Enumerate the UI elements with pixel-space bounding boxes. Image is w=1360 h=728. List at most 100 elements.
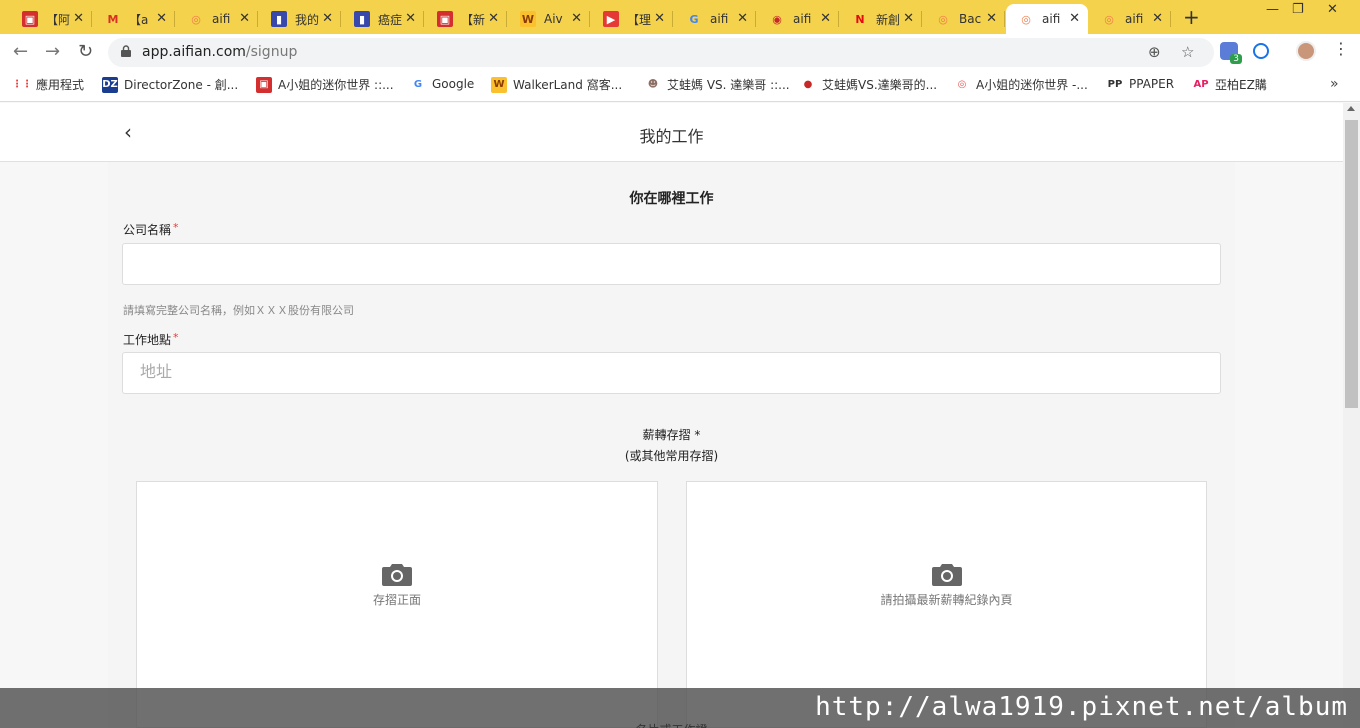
browser-tab[interactable]: N 新創 ✕ [840, 4, 922, 34]
scrollbar-thumb[interactable] [1345, 120, 1358, 408]
browser-tab[interactable]: ▮ 癌症 ✕ [342, 4, 424, 34]
bookmark-extension-icon[interactable] [1253, 43, 1269, 59]
lock-icon [121, 45, 131, 57]
browser-tab[interactable]: Gaifi ✕ [674, 4, 756, 34]
tab-title: aifi [710, 12, 729, 26]
browser-tab[interactable]: W Aiv ✕ [508, 4, 590, 34]
tab-title: 新創 [876, 12, 901, 27]
extension-icon[interactable]: 3 [1220, 42, 1242, 64]
tab-favicon-icon: ▮ [271, 11, 287, 27]
bookmark-favicon-icon: AP [1193, 79, 1209, 90]
tab-close-icon[interactable]: ✕ [654, 11, 665, 26]
browser-tab[interactable]: ◎ aifi ✕ [176, 4, 258, 34]
tab-close-icon[interactable]: ✕ [986, 11, 997, 26]
tab-title: 【新 [461, 12, 486, 27]
back-arrow-icon[interactable]: ← [13, 41, 28, 62]
bookmark-label: 艾蛙媽VS.達樂哥的... [822, 78, 938, 92]
tab-favicon-icon: ▮ [354, 11, 370, 27]
bookmark-item[interactable]: DZ DirectorZone - 創... [102, 76, 238, 93]
bookmark-item[interactable]: ☻ 艾蛙媽 VS. 達樂哥 ::... [645, 76, 790, 93]
app-header: ‹ 我的工作 [0, 103, 1343, 162]
browser-menu-icon[interactable]: ⋮ [1333, 39, 1349, 58]
tab-title: aifi [1042, 12, 1061, 26]
tab-close-icon[interactable]: ✕ [1069, 11, 1080, 26]
tab-favicon-icon: G [689, 12, 699, 26]
bookmark-label: PPAPER [1129, 77, 1175, 91]
tab-title: 【理 [627, 12, 652, 27]
restore-icon[interactable]: ❐ [1292, 2, 1304, 17]
tab-close-icon[interactable]: ✕ [1152, 11, 1163, 26]
business-card-label: 名片或工作證 [0, 721, 1343, 728]
bookmark-label: 艾蛙媽 VS. 達樂哥 ::... [667, 78, 790, 92]
page-title: 我的工作 [639, 127, 704, 146]
bookmarks-bar: ⋮⋮ 應用程式 DZ DirectorZone - 創... ▣ A小姐的迷你世界 ::.… [0, 70, 1360, 102]
page-scrollbar[interactable] [1343, 103, 1360, 728]
browser-tab[interactable]: ◎ Bac ✕ [923, 4, 1005, 34]
tab-close-icon[interactable]: ✕ [239, 11, 250, 26]
minimize-icon[interactable]: — [1266, 2, 1279, 17]
browser-tab[interactable]: ▮ 我的 ✕ [259, 4, 341, 34]
bookmark-item[interactable]: ▣ A小姐的迷你世界 ::... [256, 76, 394, 93]
bookmark-star-icon[interactable]: ☆ [1181, 43, 1194, 61]
bookmark-label: DirectorZone - 創... [124, 78, 239, 92]
upload-front-text: 存摺正面 [372, 593, 421, 607]
bookmark-item[interactable]: ● 艾蛙媽VS.達樂哥的... [800, 76, 937, 93]
bookmark-label: 應用程式 [36, 78, 85, 92]
tab-close-icon[interactable]: ✕ [903, 11, 914, 26]
bookmark-label: WalkerLand 窩客... [513, 78, 623, 92]
bookmark-item[interactable]: G Google [410, 76, 474, 92]
tab-close-icon[interactable]: ✕ [73, 11, 84, 26]
browser-tab[interactable]: M 【a ✕ [93, 4, 175, 34]
tab-close-icon[interactable]: ✕ [737, 11, 748, 26]
tab-title: Aiv [544, 12, 563, 26]
camera-icon [931, 564, 962, 586]
bookmark-item[interactable]: W WalkerLand 窩客... [491, 76, 622, 93]
bookmark-favicon-icon: ☻ [647, 79, 659, 90]
bookmark-favicon-icon: DZ [102, 76, 118, 93]
profile-avatar[interactable] [1296, 41, 1316, 61]
bookmark-favicon-icon: G [413, 78, 423, 90]
tab-close-icon[interactable]: ✕ [156, 11, 167, 26]
section-title: 你在哪裡工作 [629, 191, 714, 207]
tab-title: aifi [1125, 12, 1144, 26]
browser-tab[interactable]: ▣ 【新 ✕ [425, 4, 507, 34]
bookmark-item[interactable]: ⋮⋮ 應用程式 [12, 76, 85, 93]
bookmark-item[interactable]: PP PPAPER [1107, 76, 1174, 92]
upload-inner-text: 請拍攝最新薪轉紀錄內頁 [880, 593, 1013, 607]
reload-icon[interactable]: ↻ [78, 41, 93, 62]
browser-tab[interactable]: ◎ aifi ✕ [1006, 4, 1088, 34]
tab-title: aifi [793, 12, 812, 26]
forward-arrow-icon[interactable]: → [45, 41, 60, 62]
tab-close-icon[interactable]: ✕ [405, 11, 416, 26]
tab-title: aifi [212, 12, 231, 26]
watermark-text: http://alwa1919.pixnet.net/album [815, 692, 1348, 722]
tab-close-icon[interactable]: ✕ [571, 11, 582, 26]
new-tab-button[interactable]: + [1183, 5, 1200, 29]
browser-toolbar: ← → ↻ app.aifian.com/signup ⊕ ☆ 3 ⋮ [0, 34, 1360, 70]
more-bookmarks-icon[interactable]: » [1330, 76, 1339, 92]
bookmark-favicon-icon: ▣ [256, 76, 272, 93]
install-app-icon[interactable]: ⊕ [1148, 43, 1161, 61]
tab-close-icon[interactable]: ✕ [488, 11, 499, 26]
browser-tab[interactable]: ◉ aifi ✕ [757, 4, 839, 34]
bookmark-label: Google [432, 77, 475, 91]
close-window-icon[interactable]: ✕ [1327, 2, 1338, 17]
tab-close-icon[interactable]: ✕ [322, 11, 333, 26]
bookmark-item[interactable]: ◎ A小姐的迷你世界 -... [954, 76, 1088, 93]
tab-close-icon[interactable]: ✕ [820, 11, 831, 26]
salary-sublabel: (或其他常用存摺) [624, 449, 719, 463]
tab-favicon-icon: ◎ [1021, 12, 1031, 26]
tab-favicon-icon: N [855, 12, 865, 26]
work-location-input[interactable] [122, 352, 1221, 394]
tab-strip: ▣ 【阿 ✕ M 【a ✕ ◎ aifi ✕ ▮ 我的 ✕ ▮ 癌症 ✕ ▣ 【新 ✕ W Aiv ✕ ▶ 【理 ✕ Gaifi… [0, 0, 1360, 34]
address-bar[interactable]: app.aifian.com/signup ⊕ ☆ [108, 38, 1214, 67]
camera-icon [382, 564, 412, 586]
browser-tab[interactable]: ▶ 【理 ✕ [591, 4, 673, 34]
tab-favicon-icon: ◎ [938, 12, 948, 26]
browser-tab[interactable]: ▣ 【阿 ✕ [10, 4, 92, 34]
tab-favicon-icon: ◎ [191, 12, 201, 26]
browser-tab[interactable]: ◎ aifi ✕ [1089, 4, 1171, 34]
company-name-input[interactable] [122, 243, 1221, 285]
bookmark-item[interactable]: AP 亞柏EZ購 [1193, 76, 1266, 93]
scroll-up-icon[interactable] [1347, 106, 1355, 111]
